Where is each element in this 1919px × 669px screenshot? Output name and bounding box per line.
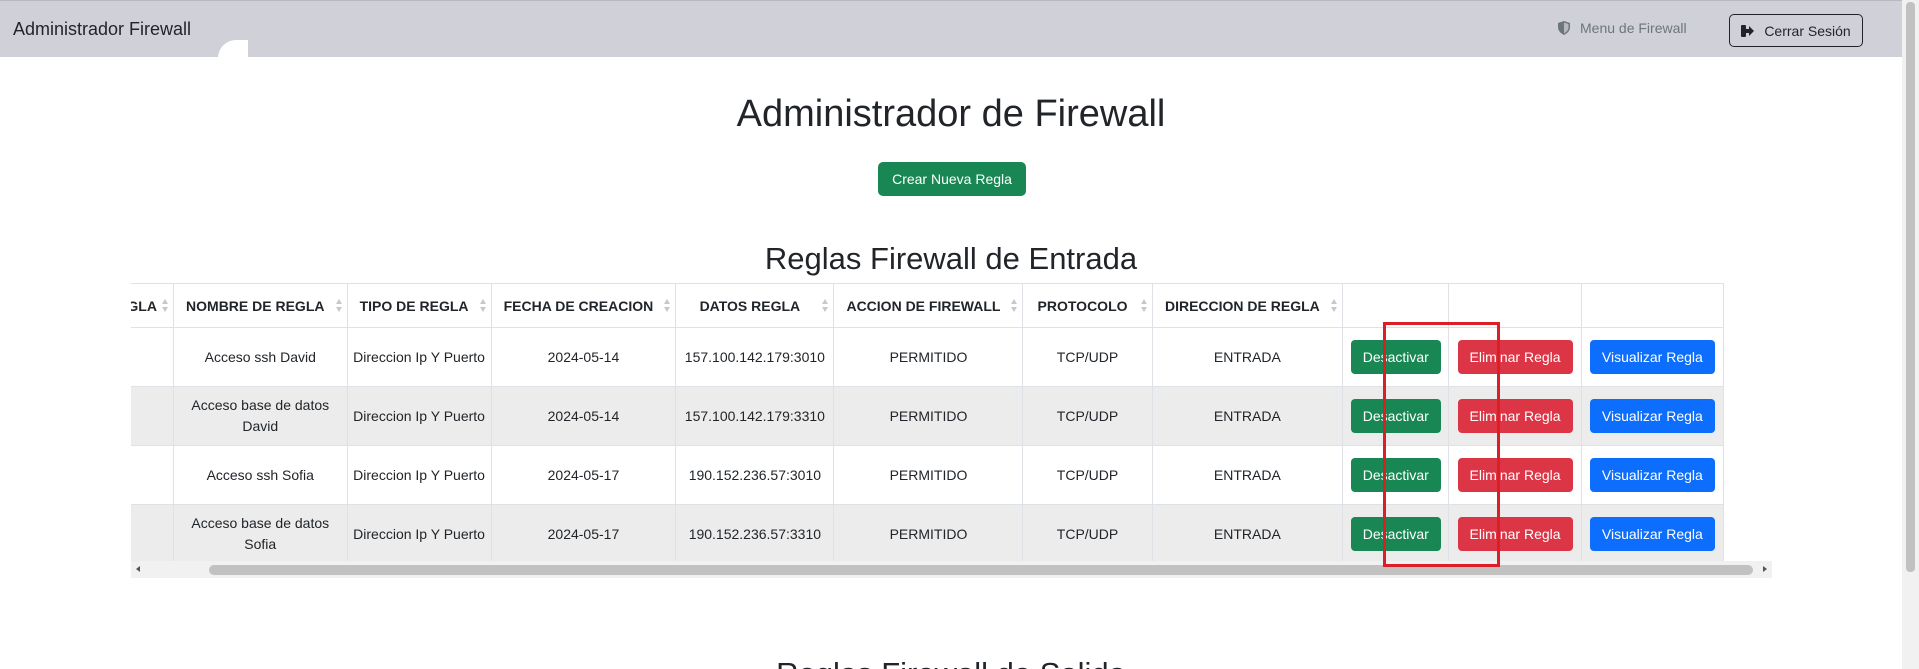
col-header-action[interactable]: ACCION DE FIREWALL [833,283,1024,328]
cell-id [131,445,174,505]
cell-protocol: TCP/UDP [1022,445,1153,505]
delete-rule-button[interactable]: Eliminar Regla [1457,458,1573,492]
col-header-type[interactable]: TIPO DE REGLA [346,283,492,328]
cell-action: PERMITIDO [833,445,1024,505]
col-header-view [1580,283,1725,328]
cell-name: Acceso ssh Sofia [172,445,348,505]
scroll-left-arrow-icon[interactable] [136,566,140,572]
cell-data: 157.100.142.179:3010 [675,327,835,387]
inbound-rules-table: ID REGLA NOMBRE DE REGLA TIPO DE REGLA F… [131,283,1725,561]
table-row: Acceso base de datos Sofia Direccion Ip … [131,504,1725,561]
col-header-direction[interactable]: DIRECCION DE REGLA [1151,283,1344,328]
sort-icon [1011,299,1018,313]
col-header-data[interactable]: DATOS REGLA [675,283,835,328]
scrollbar-thumb[interactable] [209,565,1753,575]
delete-rule-button[interactable]: Eliminar Regla [1457,517,1573,551]
cell-data: 157.100.142.179:3310 [675,386,835,446]
view-rule-button[interactable]: Visualizar Regla [1589,340,1715,374]
deactivate-button[interactable]: Desactivar [1350,517,1441,551]
deactivate-button[interactable]: Desactivar [1350,458,1441,492]
cell-protocol: TCP/UDP [1022,386,1153,446]
cell-type: Direccion Ip Y Puerto [346,386,492,446]
table-row: Acceso base de datos David Direccion Ip … [131,386,1725,446]
sort-icon [1140,299,1148,313]
sort-icon [822,299,829,313]
cell-action: PERMITIDO [833,327,1024,387]
cell-name: Acceso ssh David [172,327,348,387]
inbound-rules-table-container: ID REGLA NOMBRE DE REGLA TIPO DE REGLA F… [131,283,1772,561]
create-rule-button[interactable]: Crear Nueva Regla [878,162,1026,196]
cell-action: PERMITIDO [833,386,1024,446]
cell-date: 2024-05-14 [490,386,677,446]
delete-rule-button[interactable]: Eliminar Regla [1457,340,1573,374]
col-header-delete [1448,283,1582,328]
sort-icon [1331,299,1338,313]
cell-date: 2024-05-17 [490,504,677,561]
table-header-row: ID REGLA NOMBRE DE REGLA TIPO DE REGLA F… [131,283,1725,328]
cell-direction: ENTRADA [1151,504,1344,561]
col-header-date[interactable]: FECHA DE CREACION [490,283,677,328]
logout-button[interactable]: Cerrar Sesión [1729,14,1863,47]
col-header-name[interactable]: NOMBRE DE REGLA [172,283,348,328]
table-row: Acceso ssh David Direccion Ip Y Puerto 2… [131,327,1725,387]
deactivate-button[interactable]: Desactivar [1350,399,1441,433]
top-navbar: Administrador Firewall Menu de Firewall … [0,0,1902,57]
cell-name: Acceso base de datos David [172,386,348,446]
cell-id [131,327,174,387]
table-row: Acceso ssh Sofia Direccion Ip Y Puerto 2… [131,445,1725,505]
outbound-rules-title: Reglas Firewall de Salida [0,656,1902,669]
page-vertical-scrollbar[interactable] [1902,0,1919,669]
scrollbar-thumb[interactable] [1906,2,1915,572]
cell-name: Acceso base de datos Sofia [172,504,348,561]
col-header-id[interactable]: ID REGLA [131,283,174,328]
cell-id [131,386,174,446]
firewall-menu-link[interactable]: Menu de Firewall [1558,20,1687,36]
cell-action: PERMITIDO [833,504,1024,561]
col-header-protocol[interactable]: PROTOCOLO [1022,283,1153,328]
cell-date: 2024-05-17 [490,445,677,505]
cell-type: Direccion Ip Y Puerto [346,504,492,561]
cell-protocol: TCP/UDP [1022,504,1153,561]
sort-icon [479,299,487,313]
app-brand[interactable]: Administrador Firewall [13,19,191,40]
sort-icon [335,299,343,313]
sign-out-icon [1741,24,1755,37]
sort-icon [664,299,671,313]
cell-date: 2024-05-14 [490,327,677,387]
cell-direction: ENTRADA [1151,445,1344,505]
cell-type: Direccion Ip Y Puerto [346,445,492,505]
cell-data: 190.152.236.57:3010 [675,445,835,505]
cell-protocol: TCP/UDP [1022,327,1153,387]
view-rule-button[interactable]: Visualizar Regla [1589,517,1715,551]
view-rule-button[interactable]: Visualizar Regla [1589,399,1715,433]
page-title: Administrador de Firewall [736,93,1166,135]
firewall-menu-label: Menu de Firewall [1580,20,1687,36]
logout-label: Cerrar Sesión [1764,22,1851,39]
sort-icon [161,299,169,313]
inbound-rules-title: Reglas Firewall de Entrada [764,241,1138,276]
table-horizontal-scrollbar[interactable] [131,561,1772,578]
shield-icon [1558,21,1570,35]
delete-rule-button[interactable]: Eliminar Regla [1457,399,1573,433]
col-header-deactivate [1342,283,1450,328]
view-rule-button[interactable]: Visualizar Regla [1589,458,1715,492]
deactivate-button[interactable]: Desactivar [1350,340,1441,374]
scroll-right-arrow-icon[interactable] [1763,566,1767,572]
cell-direction: ENTRADA [1151,327,1344,387]
cell-data: 190.152.236.57:3310 [675,504,835,561]
cell-type: Direccion Ip Y Puerto [346,327,492,387]
cell-id [131,504,174,561]
cell-direction: ENTRADA [1151,386,1344,446]
